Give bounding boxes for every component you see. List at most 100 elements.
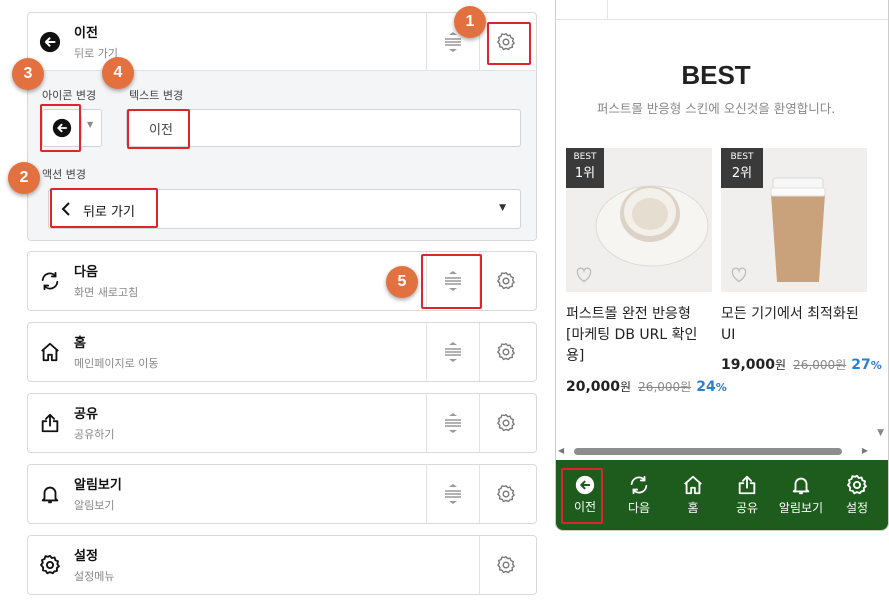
drag-handle[interactable] <box>426 394 479 452</box>
drag-handle-icon <box>445 271 461 291</box>
step-badge-4: 4 <box>102 57 134 89</box>
menu-item-card-next[interactable]: 다음 화면 새로고침 <box>27 251 537 311</box>
settings-button[interactable] <box>479 252 532 310</box>
step-badge-1: 1 <box>454 6 486 38</box>
menu-item-title: 알림보기 <box>74 478 122 493</box>
product-discount: 24 <box>696 379 716 395</box>
menu-item-title: 설정 <box>74 549 98 564</box>
settings-button[interactable] <box>479 323 532 381</box>
share-icon <box>38 411 62 435</box>
bottom-bar: 이전 다음 홈 공유 알림보기 설정 <box>556 460 888 530</box>
drag-handle[interactable] <box>426 252 479 310</box>
home-icon <box>38 340 62 364</box>
menu-item-card-home[interactable]: 홈 메인페이지로 이동 <box>27 322 537 382</box>
text-change-input[interactable] <box>126 109 521 147</box>
product-discount: 27 <box>851 357 871 373</box>
menu-item-subtitle: 화면 새로고침 <box>74 286 139 299</box>
drag-handle-icon <box>445 342 461 362</box>
menu-item-card-prev: 이전 뒤로 가기 아이콘 변경 텍스트 변경 ▼ 액션 변경 뒤로 가기 ▼ <box>27 12 537 241</box>
caret-down-icon: ▼ <box>87 120 94 129</box>
action-select[interactable]: 뒤로 가기 ▼ <box>48 189 521 229</box>
product-card[interactable]: BEST 2위 모든 기기에서 최적화된 UI 19,000원 26,000원 … <box>721 148 882 398</box>
product-name[interactable]: 모든 기기에서 최적화된 UI <box>721 304 861 346</box>
scroll-down-arrow[interactable]: ▼ <box>877 428 884 438</box>
arrow-left-circle-icon <box>575 475 595 495</box>
menu-item-card-alerts[interactable]: 알림보기 알림보기 <box>27 464 537 524</box>
bottom-bar-item-prev[interactable]: 이전 <box>558 460 612 530</box>
arrow-left-circle-icon <box>38 30 62 54</box>
preview-heading: BEST <box>681 60 751 90</box>
drag-handle-icon <box>445 413 461 433</box>
percent-sign: % <box>870 359 882 372</box>
menu-item-subtitle: 알림보기 <box>74 499 115 512</box>
best-badge: BEST 2위 <box>721 148 763 188</box>
bell-icon <box>38 482 62 506</box>
menu-item-title: 이전 <box>74 26 98 41</box>
refresh-icon <box>38 269 62 293</box>
menu-item-subtitle: 공유하기 <box>74 428 115 441</box>
gear-icon <box>497 33 515 51</box>
product-name[interactable]: 퍼스트몰 완전 반응형 [마케팅 DB URL 확인용] <box>566 304 706 367</box>
bottom-bar-label: 공유 <box>735 501 759 515</box>
bottom-bar-item-settings[interactable]: 설정 <box>830 460 884 530</box>
menu-item-subtitle: 설정메뉴 <box>74 570 115 583</box>
share-icon <box>738 475 756 495</box>
action-select-value: 뒤로 가기 <box>83 205 135 220</box>
drag-handle[interactable] <box>426 465 479 523</box>
chevron-left-icon <box>61 201 71 221</box>
bottom-bar-label: 이전 <box>573 500 597 514</box>
bottom-bar-label: 알림보기 <box>778 501 824 515</box>
step-badge-5: 5 <box>386 266 418 298</box>
preview-tagline: 퍼스트몰 반응형 스킨에 오신것을 환영합니다. <box>596 101 836 116</box>
settings-button[interactable] <box>479 465 532 523</box>
menu-item-title: 홈 <box>74 336 86 351</box>
price-unit: 원 <box>775 358 787 372</box>
heart-icon[interactable] <box>730 267 748 287</box>
drag-handle-icon <box>445 484 461 504</box>
settings-button[interactable] <box>479 394 532 452</box>
drag-handle[interactable] <box>426 323 479 381</box>
caret-down-icon: ▼ <box>499 203 506 213</box>
settings-icon <box>38 553 62 577</box>
scroll-right-arrow: ▶ <box>861 446 868 455</box>
horizontal-scrollbar[interactable]: ◀ ▶ <box>558 446 868 456</box>
bottom-bar-label: 다음 <box>627 501 651 515</box>
settings-icon <box>847 474 867 495</box>
settings-button[interactable] <box>479 13 532 71</box>
mobile-preview: BEST 퍼스트몰 반응형 스킨에 오신것을 환영합니다. BEST 1위 퍼스… <box>555 0 889 531</box>
product-card[interactable]: BEST 1위 퍼스트몰 완전 반응형 [마케팅 DB URL 확인용] 20,… <box>566 148 727 398</box>
product-old-price: 26,000원 <box>793 358 847 372</box>
scroll-thumb[interactable] <box>574 448 842 455</box>
product-price-row: 20,000원 26,000원 24% <box>566 376 727 395</box>
product-price: 19,000 <box>721 357 776 373</box>
bottom-bar-item-next[interactable]: 다음 <box>612 460 666 530</box>
bottom-bar-item-share[interactable]: 공유 <box>720 460 774 530</box>
menu-item-title: 다음 <box>74 265 98 280</box>
action-change-label: 액션 변경 <box>42 168 86 181</box>
menu-item-card-settings[interactable]: 설정 설정메뉴 <box>27 535 537 595</box>
settings-button[interactable] <box>479 536 532 594</box>
heart-icon[interactable] <box>575 267 593 287</box>
best-badge: BEST 1위 <box>566 148 604 188</box>
menu-item-title: 공유 <box>74 407 98 422</box>
bottom-bar-label: 설정 <box>845 501 869 515</box>
menu-item-subtitle: 메인페이지로 이동 <box>74 357 159 370</box>
product-price-row: 19,000원 26,000원 27% <box>721 354 882 373</box>
gear-icon <box>497 414 515 432</box>
icon-picker[interactable]: ▼ <box>42 109 102 147</box>
menu-item-card-share[interactable]: 공유 공유하기 <box>27 393 537 453</box>
refresh-icon <box>630 475 648 495</box>
gear-icon <box>497 272 515 290</box>
home-icon <box>684 475 702 495</box>
gear-icon <box>497 556 515 574</box>
bottom-bar-item-home[interactable]: 홈 <box>666 460 720 530</box>
bell-icon <box>792 477 810 495</box>
gear-icon <box>497 343 515 361</box>
step-badge-3: 3 <box>12 58 44 90</box>
bottom-bar-item-alerts[interactable]: 알림보기 <box>772 460 830 530</box>
icon-change-label: 아이콘 변경 <box>42 89 97 102</box>
arrow-left-circle-icon <box>52 118 72 142</box>
scroll-left-arrow: ◀ <box>558 446 565 455</box>
price-unit: 원 <box>620 380 632 394</box>
product-price: 20,000 <box>566 379 621 395</box>
